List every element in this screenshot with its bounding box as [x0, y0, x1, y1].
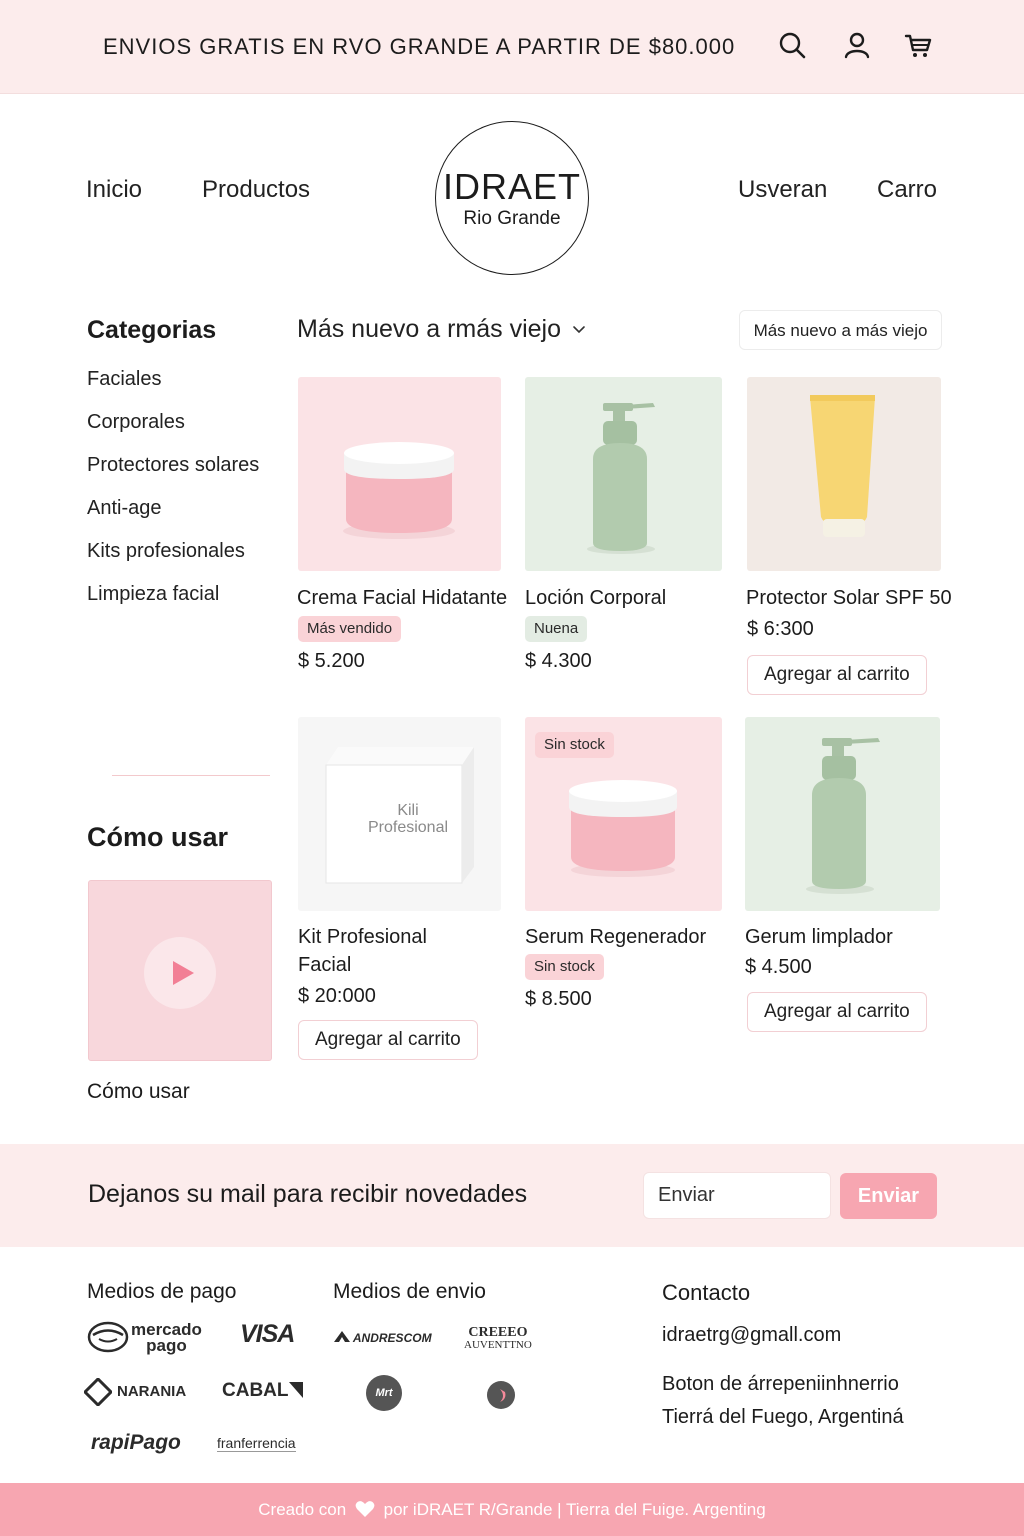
brand-city: Rio Grande	[463, 208, 561, 229]
category-limpieza-facial[interactable]: Limpieza facial	[87, 583, 219, 606]
badge-sin-stock: Sin stock	[525, 954, 604, 980]
newsletter-label: Dejanos su mail para recibir novedades	[88, 1180, 528, 1208]
contact-line-1: Boton de árrepeniinhnerrio	[662, 1373, 899, 1395]
product-image-gerum-limplador[interactable]	[745, 717, 940, 911]
cabal-logo: CABAL	[222, 1380, 303, 1402]
newsletter-email-input[interactable]	[643, 1172, 831, 1219]
product-name[interactable]: Kit Profesional Facial	[298, 923, 427, 979]
product-name[interactable]: Loción Corporal	[525, 584, 666, 612]
rapipago-logo: rapiPago	[91, 1431, 181, 1454]
category-faciales[interactable]: Faciales	[87, 368, 161, 391]
sort-dropdown[interactable]: Más nuevo a rmás viejo	[297, 315, 561, 344]
product-image-locion-corporal[interactable]	[525, 377, 722, 571]
nav-carro[interactable]: Carro	[877, 176, 937, 204]
visa-logo: VISA	[240, 1320, 295, 1348]
play-icon[interactable]	[144, 937, 216, 1009]
product-name[interactable]: Serum Regenerador	[525, 923, 706, 951]
product-price: $ 5.200	[298, 650, 365, 672]
correo-argentino-logo: CREEEO AUVENTTNO	[464, 1325, 532, 1352]
nav-inicio[interactable]: Inicio	[86, 176, 142, 204]
shipping-methods-title: Medios de envio	[333, 1280, 486, 1303]
chevron-down-icon[interactable]	[571, 322, 587, 338]
credits-prefix: Creado con	[258, 1500, 347, 1519]
category-kits-profesionales[interactable]: Kits profesionales	[87, 540, 245, 563]
kit-box-label: Kili Profesional	[367, 802, 449, 836]
user-icon[interactable]	[842, 30, 872, 60]
product-image-serum-regenerador[interactable]: Sin stock	[525, 717, 722, 911]
badge-nuevo: Nuena	[525, 616, 588, 642]
categories-title: Categorias	[87, 316, 217, 344]
promo-text: ENVIOS GRATIS EN RVO GRANDE A PARTIR DE …	[103, 34, 736, 59]
contact-location: Tierrá del Fuego, Argentiná	[662, 1406, 904, 1428]
product-price: $ 8.500	[525, 988, 592, 1010]
product-name[interactable]: Gerum limplador	[745, 923, 893, 951]
product-price: $ 4.300	[525, 650, 592, 672]
howto-video[interactable]	[88, 880, 272, 1061]
add-to-cart-button[interactable]: Agregar al carrito	[747, 992, 927, 1032]
nav-usveran[interactable]: Usveran	[738, 176, 827, 204]
product-name[interactable]: Protector Solar SPF 50	[746, 584, 952, 612]
product-image-crema-facial[interactable]	[298, 377, 501, 571]
howto-label[interactable]: Cómo usar	[87, 1080, 190, 1104]
product-price: $ 20:000	[298, 985, 376, 1007]
sort-select[interactable]: Más nuevo a más viejo	[739, 310, 942, 350]
product-price: $ 6:300	[747, 618, 814, 640]
brand-logo[interactable]: IDRAET Rio Grande	[435, 121, 589, 275]
brand-name: IDRAET	[442, 166, 581, 207]
product-image-kit-profesional[interactable]: Kili Profesional	[298, 717, 501, 911]
newsletter-submit-button[interactable]: Enviar	[840, 1173, 937, 1219]
shipping-badge-logo: Mrt	[366, 1375, 402, 1411]
contact-email[interactable]: idraetrg@gmall.com	[662, 1324, 841, 1347]
product-name[interactable]: Crema Facial Hidatante	[297, 584, 507, 612]
promo-bar: ENVIOS GRATIS EN RVO GRANDE A PARTIR DE …	[0, 0, 1024, 94]
search-icon[interactable]	[777, 30, 807, 60]
howto-title: Cómo usar	[87, 822, 229, 852]
category-corporales[interactable]: Corporales	[87, 411, 185, 434]
payment-methods-title: Medios de pago	[87, 1280, 237, 1303]
nav-productos[interactable]: Productos	[202, 176, 310, 204]
category-protectores-solares[interactable]: Protectores solares	[87, 454, 259, 477]
cart-icon[interactable]	[903, 30, 933, 60]
sidebar-divider	[112, 775, 270, 776]
transferencia-logo: franferrencia	[217, 1435, 296, 1452]
badge-mas-vendido: Más vendido	[298, 616, 402, 642]
contact-title: Contacto	[662, 1280, 751, 1305]
andreani-logo: ANDRESCOM	[334, 1331, 432, 1345]
add-to-cart-button[interactable]: Agregar al carrito	[298, 1020, 478, 1060]
credits-suffix: por iDRAET R/Grande | Tierra del Fuige. …	[383, 1500, 766, 1519]
badge-sin-stock-overlay: Sin stock	[535, 732, 614, 758]
product-image-protector-solar[interactable]	[747, 377, 941, 571]
moon-logo-icon	[486, 1380, 516, 1415]
add-to-cart-button[interactable]: Agregar al carrito	[747, 655, 927, 695]
category-anti-age[interactable]: Anti-age	[87, 497, 162, 520]
heart-icon	[355, 1486, 375, 1536]
newsletter-section: Dejanos su mail para recibir novedades E…	[0, 1144, 1024, 1247]
credits-bar: Creado con por iDRAET R/Grande | Tierra …	[0, 1483, 1024, 1536]
product-price: $ 4.500	[745, 956, 812, 978]
